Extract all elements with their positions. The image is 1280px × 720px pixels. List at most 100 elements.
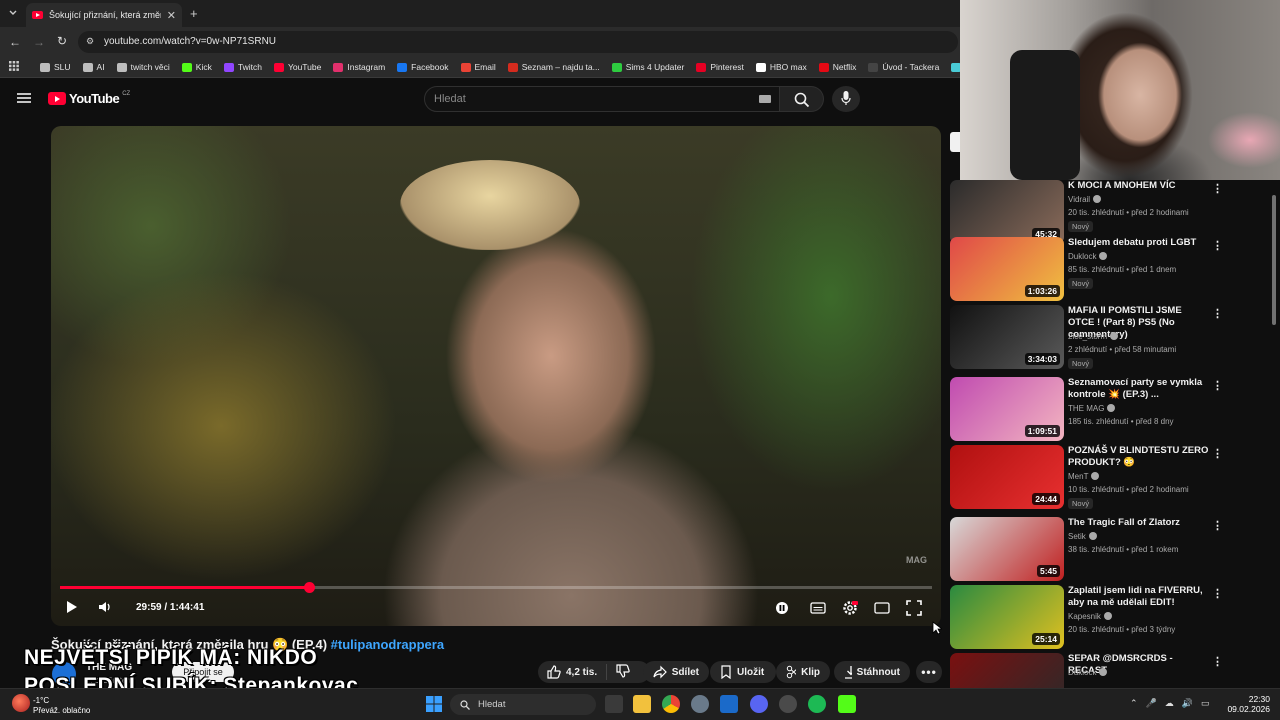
bookmark-item[interactable]: AI — [77, 62, 111, 72]
subtitles-button[interactable] — [810, 601, 826, 615]
tab-search-icon[interactable] — [8, 8, 18, 18]
more-vertical-icon[interactable]: ⋮ — [1212, 182, 1223, 195]
recommended-channel[interactable]: Duklock — [1068, 668, 1108, 677]
system-tray-icons[interactable]: ⌃🎤☁🔊▭ — [1130, 698, 1217, 709]
like-button[interactable]: 4,2 tis. — [547, 665, 597, 679]
more-actions-button[interactable]: ••• — [916, 661, 942, 683]
video-thumbnail[interactable]: 3:34:03 — [950, 305, 1064, 369]
kick-icon[interactable] — [838, 695, 856, 713]
keyboard-icon[interactable] — [759, 95, 771, 103]
forward-icon[interactable]: → — [33, 35, 45, 49]
recommended-channel[interactable]: Kapesnik — [1068, 612, 1112, 621]
site-info-icon[interactable]: ⚙ — [86, 36, 94, 47]
more-vertical-icon[interactable]: ⋮ — [1212, 447, 1223, 460]
bookmark-item[interactable]: Seznam – najdu ta... — [502, 62, 606, 72]
recommended-title[interactable]: Zaplatil jsem lidi na FIVERRU, aby na mě… — [1068, 585, 1210, 609]
taskbar-clock[interactable]: 22:30 09.02.2026 — [1226, 694, 1270, 714]
reload-icon[interactable]: ↻ — [57, 34, 67, 48]
bookmark-item[interactable]: Úvod - Tackera — [862, 62, 945, 72]
recommended-title[interactable]: Sledujem debatu proti LGBT — [1068, 237, 1210, 249]
more-vertical-icon[interactable]: ⋮ — [1212, 239, 1223, 252]
bookmark-item[interactable]: twitch věci — [111, 62, 176, 72]
video-thumbnail[interactable]: 25:14 — [950, 585, 1064, 649]
bookmark-item[interactable]: Email — [455, 62, 502, 72]
bookmark-item[interactable]: YouTube — [268, 62, 327, 72]
weather-widget[interactable]: -1°C Převáž. oblačno — [33, 696, 90, 716]
dislike-button[interactable] — [616, 663, 630, 681]
share-button[interactable]: Sdílet — [643, 661, 709, 683]
recommended-video[interactable]: 1:03:26 Sledujem debatu proti LGBT Duklock… — [950, 237, 1223, 301]
play-button[interactable] — [66, 600, 78, 614]
video-hashtag-link[interactable]: #tulipanodrappera — [331, 637, 444, 652]
video-thumbnail[interactable]: 5:45 — [950, 517, 1064, 581]
search-button[interactable] — [780, 86, 824, 112]
more-vertical-icon[interactable]: ⋮ — [1212, 587, 1223, 600]
more-vertical-icon[interactable]: ⋮ — [1212, 519, 1223, 532]
recommended-video[interactable]: 5:45 The Tragic Fall of Zlatorz Setik 38 ti… — [950, 517, 1223, 581]
recommended-video[interactable]: 24:44 POZNÁŠ V BLINDTESTU ZERO PRODUKT? 😳… — [950, 445, 1223, 509]
sidebar-chip[interactable] — [950, 132, 960, 152]
video-thumbnail[interactable]: 1:09:51 — [950, 377, 1064, 441]
bookmark-item[interactable]: Kick — [176, 62, 218, 72]
discord-icon[interactable] — [750, 695, 768, 713]
clip-button[interactable]: Klip — [776, 661, 830, 683]
back-icon[interactable]: ← — [9, 35, 21, 49]
url-text[interactable]: youtube.com/watch?v=0w-NP71SRNU — [104, 36, 276, 47]
recommended-title[interactable]: Seznamovací party se vymkla kontrole 💥 (… — [1068, 377, 1210, 401]
recommended-title[interactable]: POZNÁŠ V BLINDTESTU ZERO PRODUKT? 😳 — [1068, 445, 1210, 469]
search-input[interactable]: Hledat — [424, 86, 780, 112]
more-vertical-icon[interactable]: ⋮ — [1212, 655, 1223, 668]
autoplay-toggle[interactable] — [774, 601, 790, 615]
theater-mode-button[interactable] — [874, 601, 890, 615]
save-button[interactable]: Uložit — [710, 661, 776, 683]
close-tab-icon[interactable]: ✕ — [167, 9, 176, 22]
settings-button[interactable] — [842, 600, 858, 616]
bookmark-item[interactable]: HBO max — [750, 62, 813, 72]
task-view-icon[interactable] — [605, 695, 623, 713]
fullscreen-button[interactable] — [906, 600, 922, 616]
more-vertical-icon[interactable]: ⋮ — [1212, 307, 1223, 320]
recommended-channel[interactable]: Vidrail — [1068, 195, 1102, 204]
windows-start-icon[interactable] — [426, 696, 442, 712]
recommended-channel[interactable]: Setik — [1068, 532, 1097, 541]
sidebar-scrollbar[interactable] — [1272, 195, 1276, 325]
browser-tab[interactable]: Šokující přiznání, která změnila ✕ — [26, 3, 182, 27]
apps-grid-icon[interactable] — [9, 61, 19, 71]
recommended-video[interactable]: 3:34:03 MAFIA II POMSTILI JSME OTCE ! (Pa… — [950, 305, 1223, 369]
video-thumbnail[interactable]: 45:32 — [950, 180, 1064, 244]
recommended-title[interactable]: K MOCI A MNOHEM VÍC — [1068, 180, 1210, 192]
youtube-logo[interactable]: YouTube CZ — [48, 91, 130, 106]
voice-search-button[interactable] — [832, 86, 860, 112]
bookmark-item[interactable]: Sims 4 Updater — [606, 62, 691, 72]
recommended-channel[interactable]: THE MAG — [1068, 404, 1116, 413]
download-button[interactable]: Stáhnout — [834, 661, 910, 683]
bookmark-item[interactable]: Twitch — [218, 62, 268, 72]
taskbar-search[interactable]: Hledat — [450, 694, 596, 715]
recommended-title[interactable]: The Tragic Fall of Zlatorz — [1068, 517, 1210, 529]
recommended-channel[interactable]: 2ice_storm — [1068, 332, 1119, 341]
recommended-channel[interactable]: Duklock — [1068, 252, 1108, 261]
recommended-video[interactable]: 1:09:51 Seznamovací party se vymkla kontr… — [950, 377, 1223, 441]
spotify-icon[interactable] — [808, 695, 826, 713]
bookmark-item[interactable]: Instagram — [327, 62, 391, 72]
volume-button[interactable] — [98, 600, 114, 614]
video-thumbnail[interactable]: 1:03:26 — [950, 237, 1064, 301]
weather-icon[interactable] — [12, 694, 30, 712]
app-icon[interactable] — [720, 695, 738, 713]
bookmark-item[interactable]: Pinterest — [690, 62, 750, 72]
new-tab-icon[interactable]: + — [190, 6, 198, 21]
bookmark-item[interactable]: Netflix — [813, 62, 863, 72]
video-thumbnail[interactable]: 24:44 — [950, 445, 1064, 509]
recommended-channel[interactable]: MenT — [1068, 472, 1100, 481]
bookmark-item[interactable]: Facebook — [391, 62, 454, 72]
file-explorer-icon[interactable] — [633, 695, 651, 713]
more-vertical-icon[interactable]: ⋮ — [1212, 379, 1223, 392]
chrome-icon[interactable] — [662, 695, 680, 713]
obs-icon[interactable] — [779, 695, 797, 713]
recommended-video[interactable]: 25:14 Zaplatil jsem lidi na FIVERRU, aby … — [950, 585, 1223, 649]
volume-icon — [99, 602, 110, 612]
bookmark-item[interactable]: SLU — [34, 62, 77, 72]
settings-app-icon[interactable] — [691, 695, 709, 713]
menu-icon[interactable] — [17, 92, 31, 104]
recommended-video[interactable]: 45:32 K MOCI A MNOHEM VÍC Vidrail 20 tis. z… — [950, 180, 1223, 244]
